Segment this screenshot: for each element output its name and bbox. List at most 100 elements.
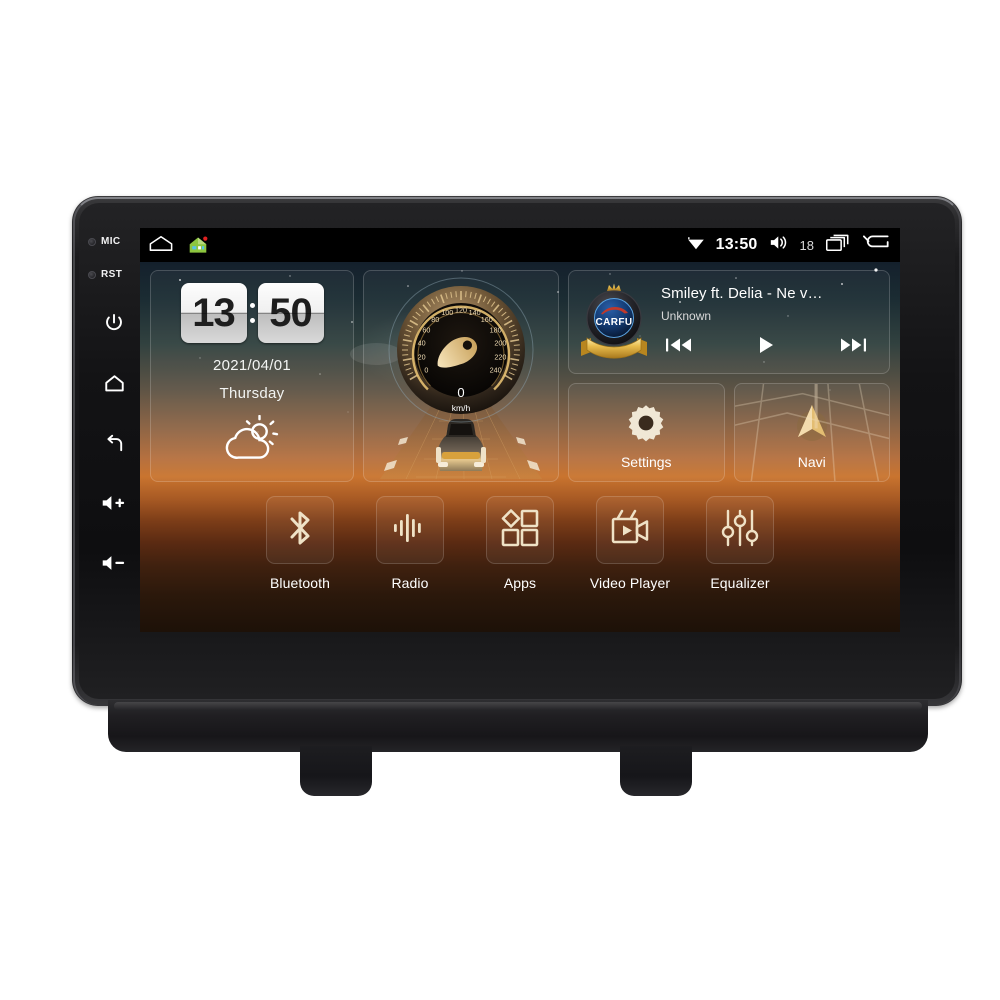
screenshot-stage: MIC RST 13:50 18 13 50 2021/04/01 Thursd…	[0, 0, 1000, 1000]
partly-cloudy-icon	[221, 414, 283, 466]
mic-indicator: MIC	[86, 236, 142, 247]
track-artist: Unknown	[661, 308, 712, 323]
recent-apps-icon[interactable]	[825, 234, 851, 257]
touchscreen-display[interactable]: 13:50 18 13 50 2021/04/01 Thursday 0 20 …	[140, 228, 900, 632]
widget-row: 13 50 2021/04/01 Thursday 0 20 40 60 80 …	[150, 270, 890, 482]
gauge-tick-180: 180	[490, 325, 502, 334]
apps-label: Apps	[503, 575, 537, 591]
back-button[interactable]	[97, 426, 131, 460]
radio-waves-icon	[390, 508, 430, 553]
volume-down-icon	[101, 553, 127, 573]
radio-tile[interactable]	[376, 496, 444, 564]
volume-up-button[interactable]	[97, 486, 131, 520]
previous-track-button[interactable]	[665, 336, 693, 359]
status-bar-right: 13:50 18	[687, 233, 890, 257]
media-player-widget[interactable]: CARFU Smiley ft. Delia - Ne v… Unknown	[568, 270, 890, 374]
speed-value: 0	[457, 385, 464, 400]
app-dock: Bluetooth Radio Apps Video Player Equali…	[140, 496, 900, 628]
shortcut-tiles: Settings Navi	[568, 383, 890, 482]
speed-unit: km/h	[452, 403, 471, 413]
home-icon	[103, 372, 126, 395]
bluetooth-app[interactable]: Bluetooth	[259, 496, 341, 591]
bluetooth-tile[interactable]	[266, 496, 334, 564]
gauge-tick-80: 80	[431, 315, 439, 324]
gear-icon	[624, 401, 668, 450]
reset-led[interactable]	[88, 270, 96, 279]
power-icon	[103, 312, 125, 334]
back-arrow-icon[interactable]	[862, 233, 890, 257]
apps-tile[interactable]	[486, 496, 554, 564]
mic-label: MIC	[101, 236, 121, 247]
car-head-unit-device: MIC RST 13:50 18 13 50 2021/04/01 Thursd…	[72, 196, 962, 706]
volume-down-button[interactable]	[97, 546, 131, 580]
apps-app[interactable]: Apps	[479, 496, 561, 591]
mount-tab-left	[300, 746, 372, 796]
clock-minutes-unit: 50	[257, 283, 324, 343]
bluetooth-label: Bluetooth	[269, 575, 331, 591]
gauge-tick-220: 220	[494, 352, 506, 361]
gauge-tick-60: 60	[422, 325, 430, 334]
gauge-tick-120: 120	[455, 305, 467, 314]
navi-tile[interactable]: Navi	[733, 383, 890, 482]
carfu-wordmark: CARFU	[596, 317, 633, 328]
video-camera-icon	[609, 508, 651, 553]
gauge-tick-0: 0	[424, 365, 428, 374]
power-button[interactable]	[97, 306, 131, 340]
back-arrow-icon	[103, 432, 126, 455]
speedometer-widget[interactable]: 0 20 40 60 80 100 120 140 160 180 200 220 240 0 km/h	[363, 270, 559, 482]
device-bottom-shelf	[108, 700, 928, 752]
home-button[interactable]	[97, 366, 131, 400]
apps-grid-icon	[500, 508, 540, 553]
gauge-tick-20: 20	[418, 352, 426, 361]
clock-hours: 13	[192, 291, 235, 335]
settings-label: Settings	[620, 454, 672, 470]
gauge-tick-160: 160	[481, 315, 493, 324]
home-outline-icon[interactable]	[148, 234, 174, 257]
gauge-tick-40: 40	[418, 338, 426, 347]
next-track-button[interactable]	[839, 336, 867, 359]
volume-level: 18	[799, 237, 814, 253]
reset-label: RST	[101, 269, 123, 280]
transport-controls	[661, 335, 879, 360]
clock-weather-widget[interactable]: 13 50 2021/04/01 Thursday	[150, 270, 354, 482]
weekday-text: Thursday	[219, 385, 285, 402]
clock-colon	[249, 303, 255, 323]
right-widget-column: CARFU Smiley ft. Delia - Ne v… Unknown S…	[568, 270, 890, 482]
video-player-label: Video Player	[589, 575, 671, 591]
house-app-icon[interactable]	[188, 236, 208, 254]
gauge-tick-140: 140	[469, 308, 481, 317]
video-player-tile[interactable]	[596, 496, 664, 564]
settings-tile[interactable]: Settings	[568, 383, 725, 482]
media-metadata: Smiley ft. Delia - Ne v… Unknown	[661, 285, 879, 360]
carfu-badge-icon: CARFU	[577, 280, 651, 364]
clock-hours-unit: 13	[180, 283, 247, 343]
radio-label: Radio	[391, 575, 429, 591]
equalizer-tile[interactable]	[706, 496, 774, 564]
home-wallpaper: 13 50 2021/04/01 Thursday 0 20 40 60 80 …	[140, 262, 900, 632]
gauge-tick-100: 100	[441, 308, 453, 317]
equalizer-sliders-icon	[720, 508, 760, 553]
status-bar-left	[148, 234, 208, 257]
equalizer-label: Equalizer	[710, 575, 770, 591]
reset-indicator[interactable]: RST	[86, 269, 142, 280]
video-player-app[interactable]: Video Player	[589, 496, 671, 591]
radio-app[interactable]: Radio	[369, 496, 451, 591]
mount-tab-right	[620, 746, 692, 796]
clock-minutes: 50	[269, 291, 312, 335]
date-text: 2021/04/01	[212, 357, 292, 374]
speed-gauge: 0 20 40 6080100 120 140160180 200 220 240 0 km/h	[388, 277, 534, 423]
track-title: Smiley ft. Delia - Ne v…	[661, 284, 823, 302]
equalizer-app[interactable]: Equalizer	[699, 496, 781, 591]
navi-label: Navi	[797, 454, 826, 470]
status-clock: 13:50	[715, 236, 758, 253]
status-bar: 13:50 18	[140, 228, 900, 262]
flip-clock: 13 50	[180, 283, 324, 343]
wifi-icon[interactable]	[687, 235, 705, 256]
play-button[interactable]	[756, 335, 776, 360]
bluetooth-icon	[281, 507, 319, 554]
left-bezel-controls: MIC RST	[86, 214, 142, 688]
gauge-tick-240: 240	[490, 365, 502, 374]
gauge-tick-200: 200	[494, 338, 506, 347]
volume-icon[interactable]	[769, 234, 789, 256]
mic-led	[88, 237, 96, 246]
